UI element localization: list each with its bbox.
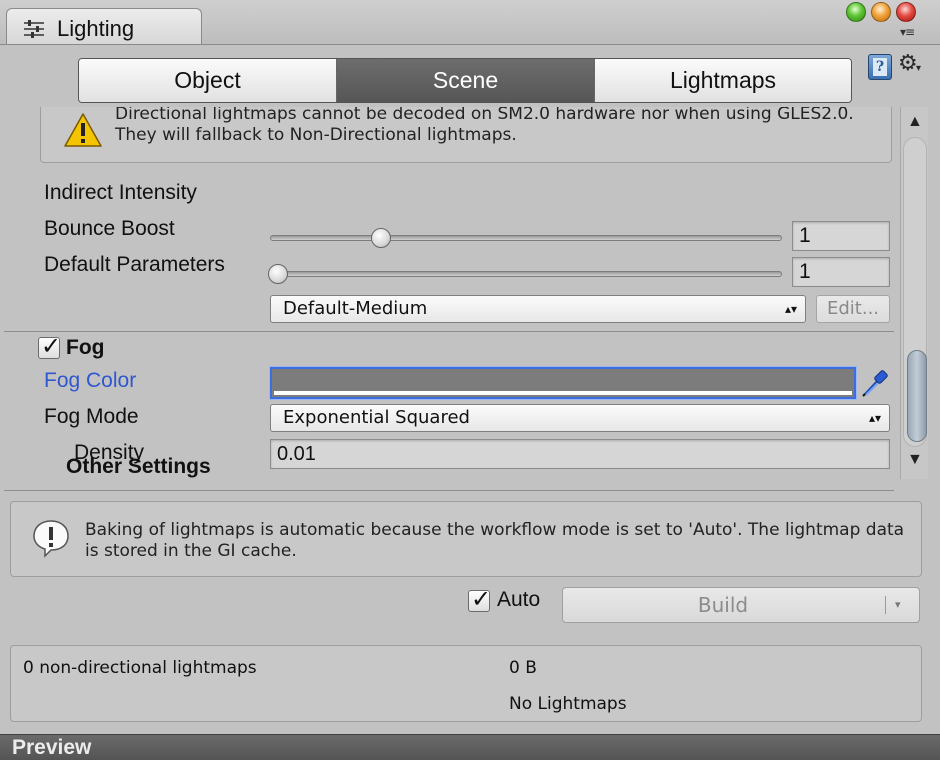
lighting-window-tab[interactable]: Lighting [6,8,202,46]
lightmap-size: 0 B [509,658,537,678]
fog-mode-value: Exponential Squared [283,407,470,428]
bounce-boost-label: Bounce Boost [44,217,175,240]
section-divider [4,490,894,491]
auto-checkbox[interactable]: ✓ [468,585,491,613]
tab-object[interactable]: Object [79,59,337,102]
lighting-panel: ? ⚙ ▾ Object Scene Lightmaps Directional… [0,44,940,734]
dropdown-arrows-icon: ▴▾ [784,302,797,316]
indirect-intensity-label: Indirect Intensity [44,181,197,204]
zoom-window-button[interactable] [846,2,866,22]
scroll-down-arrow-icon[interactable]: ▼ [907,451,923,469]
directional-warning-box: Directional lightmaps cannot be decoded … [40,107,892,163]
lightmap-count: 0 non-directional lightmaps [23,658,257,678]
fog-label: Fog [66,336,105,359]
eyedropper-icon[interactable] [860,367,890,399]
scroll-up-arrow-icon[interactable]: ▲ [907,113,923,131]
window-menu-icon[interactable]: ▾≡ [900,25,915,39]
default-parameters-label: Default Parameters [44,253,225,276]
fog-checkbox[interactable]: ✓ [38,332,61,360]
section-divider [4,331,894,332]
indirect-intensity-slider[interactable] [270,235,782,241]
auto-label: Auto [497,588,541,611]
help-book-icon[interactable]: ? [868,54,892,80]
checkmark-icon: ✓ [471,585,492,613]
default-parameters-dropdown[interactable]: Default-Medium ▴▾ [270,295,806,323]
minimize-window-button[interactable] [871,2,891,22]
default-parameters-value: Default-Medium [283,298,428,319]
fog-color-swatch[interactable] [270,367,856,399]
info-exclamation-icon [33,520,69,558]
close-window-button[interactable] [896,2,916,22]
build-separator [885,596,886,614]
lightmap-status: No Lightmaps [509,694,627,714]
bounce-boost-field[interactable]: 1 [792,257,890,287]
fog-color-label: Fog Color [44,369,137,392]
gear-dropdown-icon: ▾ [916,63,922,74]
density-field[interactable]: 0.01 [270,439,890,469]
build-button[interactable]: Build ▾ [562,587,920,623]
vertical-scrollbar[interactable]: ▲ ▼ [900,107,928,479]
scrollbar-thumb[interactable] [907,350,927,442]
gear-icon[interactable]: ⚙ [898,51,918,76]
indirect-intensity-field[interactable]: 1 [792,221,890,251]
checkmark-icon: ✓ [41,332,62,360]
preview-label: Preview [12,736,92,759]
mode-tab-bar: Object Scene Lightmaps [78,58,852,103]
scene-settings-scroll-area: Directional lightmaps cannot be decoded … [0,107,900,495]
fog-mode-label: Fog Mode [44,405,139,428]
color-alpha-bar [274,391,852,395]
lighting-settings-icon [24,20,44,38]
window-tab-strip: Lighting ▾≡ [0,0,940,46]
tab-scene[interactable]: Scene [337,59,595,102]
other-settings-header[interactable]: Other Settings [66,455,211,479]
window-title: Lighting [57,16,135,41]
lightmap-stats-box: 0 non-directional lightmaps 0 B No Light… [10,645,922,722]
bounce-boost-slider[interactable] [270,271,782,277]
warning-text: Directional lightmaps cannot be decoded … [115,107,854,145]
edit-parameters-button[interactable]: Edit... [816,295,890,323]
preview-header-bar[interactable]: Preview [0,734,940,760]
warning-triangle-icon [64,113,102,147]
build-dropdown-icon[interactable]: ▾ [895,588,901,622]
scrollbar-track[interactable] [903,137,927,447]
bounce-boost-slider-thumb[interactable] [268,264,288,284]
tab-lightmaps[interactable]: Lightmaps [595,59,851,102]
auto-bake-info-box: Baking of lightmaps is automatic because… [10,501,922,577]
help-glyph: ? [873,58,887,76]
fog-mode-dropdown[interactable]: Exponential Squared ▴▾ [270,404,890,432]
dropdown-arrows-icon: ▴▾ [868,411,881,425]
auto-bake-info-text: Baking of lightmaps is automatic because… [85,520,905,561]
indirect-intensity-slider-thumb[interactable] [371,228,392,248]
build-button-label: Build [697,593,749,617]
